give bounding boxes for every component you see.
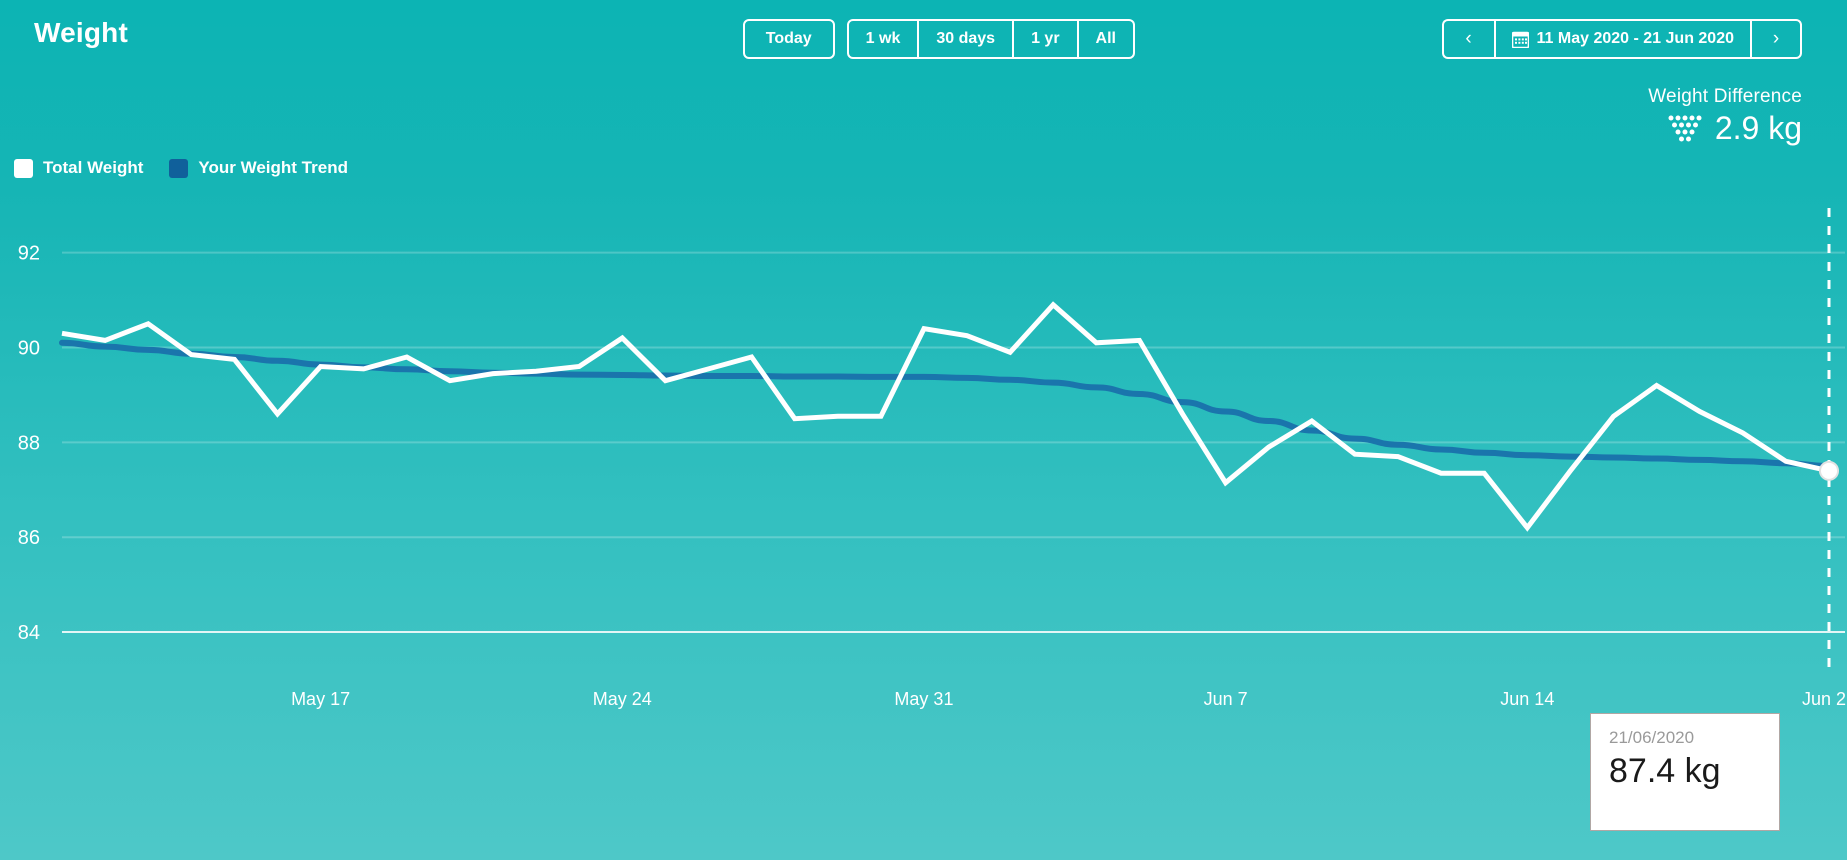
series-line-total-weight	[61, 301, 1830, 532]
date-range-text: 11 May 2020 - 21 Jun 2020	[1536, 30, 1734, 47]
y-axis-tick-label: 90	[18, 338, 40, 360]
legend-swatch-weight-trend	[169, 158, 189, 178]
y-axis-labels: 84 86 88 90 92	[18, 243, 40, 644]
chart-legend: Total Weight Your Weight Trend	[14, 158, 348, 178]
arrow-down-dotted-icon	[1667, 114, 1703, 144]
y-axis-tick-label: 88	[18, 432, 40, 454]
highlight-point-marker[interactable]	[1819, 460, 1839, 481]
weight-chart[interactable]: 84 86 88 90 92 May 17 May 24 May 31 Jun 7 Jun 14…	[0, 200, 1847, 860]
chevron-left-icon[interactable]: ‹	[1441, 19, 1494, 59]
chart-svg: 84 86 88 90 92 May 17 May 24 May 31 Jun 7 Jun 14…	[18, 200, 1847, 709]
y-axis-tick-label: 86	[18, 527, 40, 549]
range-segmented-control: 1 wk 30 days 1 yr All	[846, 19, 1135, 59]
x-axis-tick-label: Jun 7	[1204, 689, 1248, 709]
range-button-all[interactable]: All	[1078, 19, 1135, 59]
x-axis-labels: May 17 May 24 May 31 Jun 7 Jun 14 Jun 21	[291, 689, 1847, 709]
chevron-right-icon[interactable]: ›	[1750, 19, 1802, 59]
legend-item-weight-trend[interactable]: Your Weight Trend	[169, 158, 348, 178]
range-button-today[interactable]: Today	[742, 19, 835, 59]
weight-difference-label: Weight Difference	[1648, 86, 1802, 107]
series-line-weight-trend	[59, 339, 1832, 470]
page-title: Weight	[34, 17, 129, 48]
gridlines	[62, 251, 1845, 634]
range-button-1yr[interactable]: 1 yr	[1014, 19, 1079, 59]
legend-label-weight-trend: Your Weight Trend	[198, 158, 348, 177]
x-axis-tick-label: May 17	[291, 689, 350, 709]
weight-difference-panel: Weight Difference 2.9 kg	[1648, 86, 1802, 147]
legend-swatch-total-weight	[14, 158, 33, 178]
range-button-group: Today 1 wk 30 days 1 yr All	[742, 19, 1135, 59]
weight-difference-value: 2.9 kg	[1714, 110, 1802, 146]
y-axis-tick-label: 92	[18, 243, 40, 265]
date-navigator: ‹ 11 May 2020 - 21 Jun 2020 ›	[1441, 19, 1802, 59]
range-button-1wk[interactable]: 1 wk	[846, 19, 920, 59]
x-axis-tick-label: May 24	[593, 689, 652, 709]
date-range-display[interactable]: 11 May 2020 - 21 Jun 2020	[1493, 19, 1750, 59]
x-axis-tick-label: May 31	[894, 689, 953, 709]
tooltip-value: 87.4 kg	[1609, 752, 1721, 790]
x-axis-tick-label: Jun 21	[1802, 689, 1847, 709]
x-axis-tick-label: Jun 14	[1500, 689, 1554, 709]
header-bar: Weight Today 1 wk 30 days 1 yr All ‹ 11 …	[0, 0, 1847, 78]
calendar-icon	[1511, 31, 1529, 48]
y-axis-tick-label: 84	[18, 622, 40, 644]
tooltip-date: 21/06/2020	[1609, 728, 1695, 747]
legend-item-total-weight[interactable]: Total Weight	[14, 158, 143, 178]
weight-difference-row: 2.9 kg	[1648, 110, 1802, 147]
chart-tooltip: 21/06/2020 87.4 kg	[1590, 713, 1780, 831]
range-button-30days[interactable]: 30 days	[919, 19, 1015, 59]
legend-label-total-weight: Total Weight	[43, 158, 144, 177]
